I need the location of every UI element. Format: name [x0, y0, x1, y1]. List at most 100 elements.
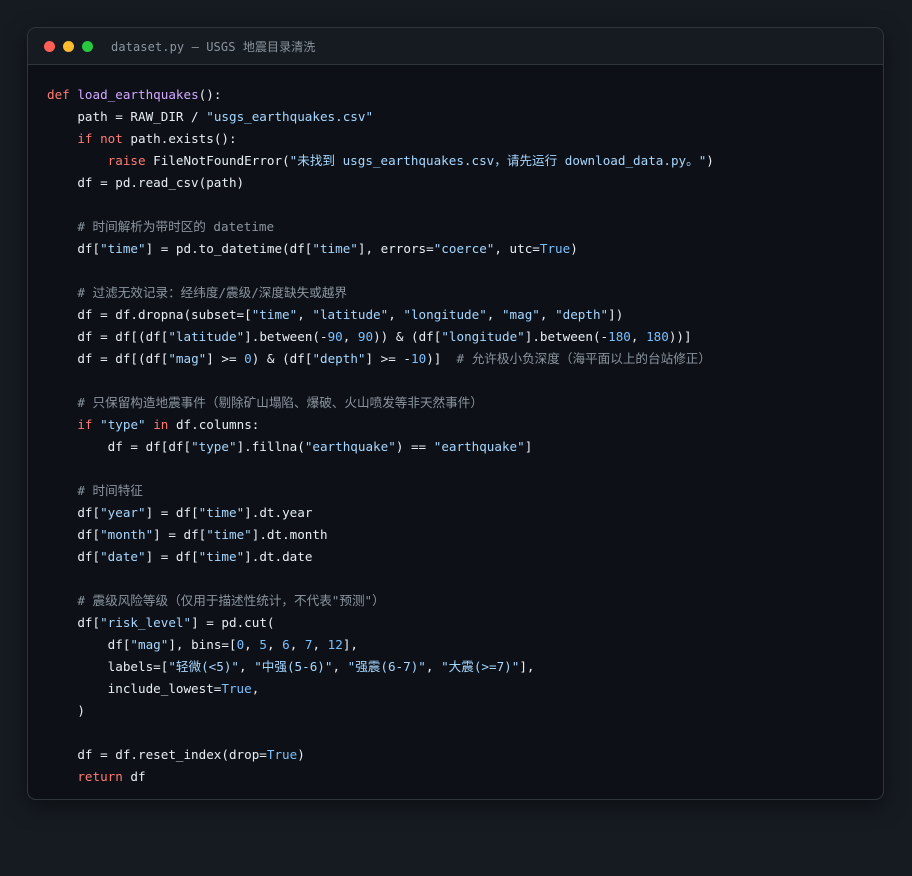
code-line: df = df[(df["latitude"].between(-90, 90)… — [47, 326, 873, 348]
code-token: # 时间特征 — [77, 483, 143, 498]
code-token: "mag" — [168, 351, 207, 366]
code-token: "type" — [191, 439, 237, 454]
code-token: "depth" — [555, 307, 609, 322]
code-token: , — [332, 659, 348, 674]
code-token: return — [77, 769, 123, 784]
code-token: ].fillna( — [236, 439, 305, 454]
code-token: "month" — [100, 527, 154, 542]
code-token: 90 — [327, 329, 343, 344]
code-token: "longitude" — [403, 307, 487, 322]
code-line: df["date"] = df["time"].dt.date — [47, 546, 873, 568]
code-token: ] = df[ — [145, 549, 199, 564]
code-token: 12 — [327, 637, 343, 652]
code-token: "earthquake" — [433, 439, 525, 454]
code-token: df = df[df[ — [47, 439, 192, 454]
code-token: ].between(- — [524, 329, 609, 344]
code-line: # 只保留构造地震事件（剔除矿山塌陷、爆破、火山喷发等非天然事件） — [47, 392, 873, 414]
code-token: 180 — [608, 329, 631, 344]
code-line: # 时间特征 — [47, 480, 873, 502]
code-token: , — [251, 681, 260, 696]
code-token: "mag" — [501, 307, 540, 322]
code-token: "大震(>=7)" — [441, 659, 520, 674]
code-token: ].dt.year — [244, 505, 313, 520]
code-token: "coerce" — [433, 241, 495, 256]
code-token: "mag" — [130, 637, 169, 652]
code-token: , — [342, 329, 358, 344]
code-token: ].dt.date — [244, 549, 313, 564]
code-token: "type" — [100, 417, 146, 432]
code-token: df[ — [47, 549, 101, 564]
code-token: )] — [426, 351, 457, 366]
code-token: "time" — [251, 307, 298, 322]
code-line: df["year"] = df["time"].dt.year — [47, 502, 873, 524]
code-token: ] = df[ — [145, 505, 199, 520]
code-line: df = df.reset_index(drop=True) — [47, 744, 873, 766]
code-token: in — [153, 417, 169, 432]
code-token: "year" — [100, 505, 146, 520]
code-line: df["mag"], bins=[0, 5, 6, 7, 12], — [47, 634, 873, 656]
code-token: "time" — [198, 505, 245, 520]
code-token: ] = df[ — [153, 527, 207, 542]
code-token: df.columns: — [168, 417, 260, 432]
code-token: "强震(6-7)" — [347, 659, 426, 674]
code-token: ].dt.month — [251, 527, 328, 542]
code-body[interactable]: def load_earthquakes(): path = RAW_DIR /… — [47, 84, 873, 788]
minimize-dot-icon[interactable] — [63, 40, 74, 52]
code-token: "轻微(<5)" — [168, 659, 240, 674]
close-dot-icon[interactable] — [44, 40, 55, 52]
code-line: if "type" in df.columns: — [47, 414, 873, 436]
code-token: # 时间解析为带时区的 datetime — [77, 219, 275, 234]
code-line: path = RAW_DIR / "usgs_earthquakes.csv" — [47, 106, 873, 128]
code-token: path = RAW_DIR / — [47, 109, 207, 124]
code-token: df[ — [47, 615, 101, 630]
code-line: raise FileNotFoundError("未找到 usgs_earthq… — [47, 150, 873, 172]
code-line: def load_earthquakes(): — [47, 84, 873, 106]
code-token: df = df[(df[ — [47, 329, 169, 344]
code-token: "未找到 usgs_earthquakes.csv，请先运行 download_… — [289, 153, 707, 168]
code-token: 5 — [259, 637, 267, 652]
code-line: if not path.exists(): — [47, 128, 873, 150]
code-token: , — [486, 307, 502, 322]
code-token: ] — [524, 439, 533, 454]
window-title: dataset.py — USGS 地震目录清洗 — [111, 39, 316, 54]
code-token: # 过滤无效记录：经纬度/震级/深度缺失或越界 — [77, 285, 347, 300]
code-line: labels=["轻微(<5)", "中强(5-6)", "强震(6-7)", … — [47, 656, 873, 678]
code-token: ] = pd.to_datetime(df[ — [145, 241, 313, 256]
code-token: ] >= — [206, 351, 245, 366]
maximize-dot-icon[interactable] — [82, 40, 93, 52]
code-token: "risk_level" — [100, 615, 192, 630]
code-token: "longitude" — [441, 329, 525, 344]
code-token: , — [289, 637, 305, 652]
code-token: ) == — [395, 439, 434, 454]
code-line: # 时间解析为带时区的 datetime — [47, 216, 873, 238]
code-token: ))] — [668, 329, 692, 344]
code-line: # 震级风险等级（仅用于描述性统计，不代表"预测"） — [47, 590, 873, 612]
code-line: df["month"] = df["time"].dt.month — [47, 524, 873, 546]
code-line: df = df.dropna(subset=["time", "latitude… — [47, 304, 873, 326]
code-token: if — [77, 417, 93, 432]
code-line: df = pd.read_csv(path) — [47, 172, 873, 194]
code-token: ) — [570, 241, 578, 256]
code-token: 180 — [646, 329, 669, 344]
code-token: df = df.dropna(subset=[ — [47, 307, 252, 322]
code-token: ) & (df[ — [251, 351, 313, 366]
code-line: df["time"] = pd.to_datetime(df["time"], … — [47, 238, 873, 260]
code-token: , — [239, 659, 255, 674]
code-token: df[ — [47, 241, 101, 256]
code-token: 0 — [244, 351, 252, 366]
code-token: ]) — [608, 307, 624, 322]
code-line: df = df[(df["mag"] >= 0) & (df["depth"] … — [47, 348, 873, 370]
code-token: ], — [519, 659, 535, 674]
code-token: "usgs_earthquakes.csv" — [206, 109, 374, 124]
code-token: "time" — [100, 241, 146, 256]
code-token: df = df[(df[ — [47, 351, 169, 366]
code-token: include_lowest= — [47, 681, 222, 696]
code-token: df = pd.read_csv(path) — [47, 175, 245, 190]
